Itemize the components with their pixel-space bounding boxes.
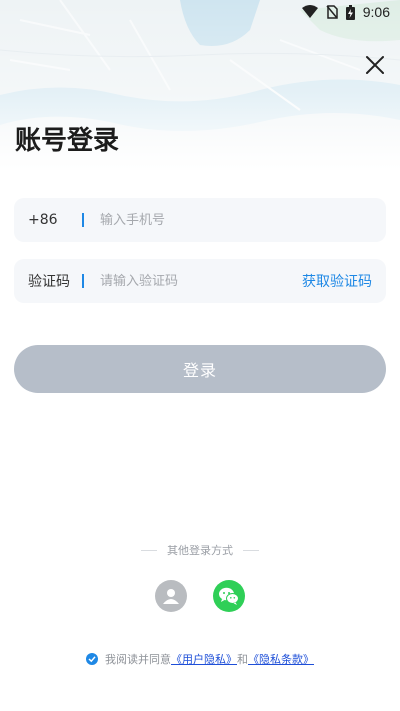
country-code[interactable]: +86: [28, 212, 82, 228]
code-field: 验证码 获取验证码: [14, 259, 386, 303]
login-button[interactable]: 登录: [14, 345, 386, 393]
check-icon: [88, 656, 96, 663]
agreement-row: 我阅读并同意 《用户隐私》 和 《隐私条款》: [0, 651, 400, 667]
agreement-prefix: 我阅读并同意: [105, 653, 171, 666]
get-code-button[interactable]: 获取验证码: [302, 271, 386, 291]
wifi-icon: [301, 5, 318, 19]
no-sim-icon: [326, 5, 338, 19]
close-icon: [366, 56, 384, 74]
status-time: 9:06: [362, 4, 390, 20]
status-bar: 9:06: [0, 0, 400, 24]
account-login-button[interactable]: [155, 580, 187, 612]
code-input[interactable]: [98, 260, 302, 302]
user-icon: [163, 589, 179, 604]
divider-line: [141, 549, 157, 551]
other-login-label: 其他登录方式: [167, 544, 233, 557]
user-privacy-link[interactable]: 《用户隐私》: [171, 651, 237, 667]
page-title: 账号登录: [15, 126, 120, 156]
phone-input[interactable]: [98, 199, 386, 241]
divider-line: [243, 549, 259, 551]
wechat-icon: [219, 587, 239, 605]
other-login-title: 其他登录方式: [0, 542, 400, 558]
code-label: 验证码: [28, 274, 70, 290]
field-separator: [82, 213, 84, 227]
phone-field: +86: [14, 198, 386, 242]
privacy-terms-link[interactable]: 《隐私条款》: [248, 651, 314, 667]
field-separator: [82, 274, 84, 288]
close-button[interactable]: [362, 52, 388, 78]
wechat-login-button[interactable]: [213, 580, 245, 612]
battery-icon: [345, 4, 355, 20]
agreement-and: 和: [237, 653, 248, 666]
agreement-checkbox[interactable]: [86, 653, 98, 665]
